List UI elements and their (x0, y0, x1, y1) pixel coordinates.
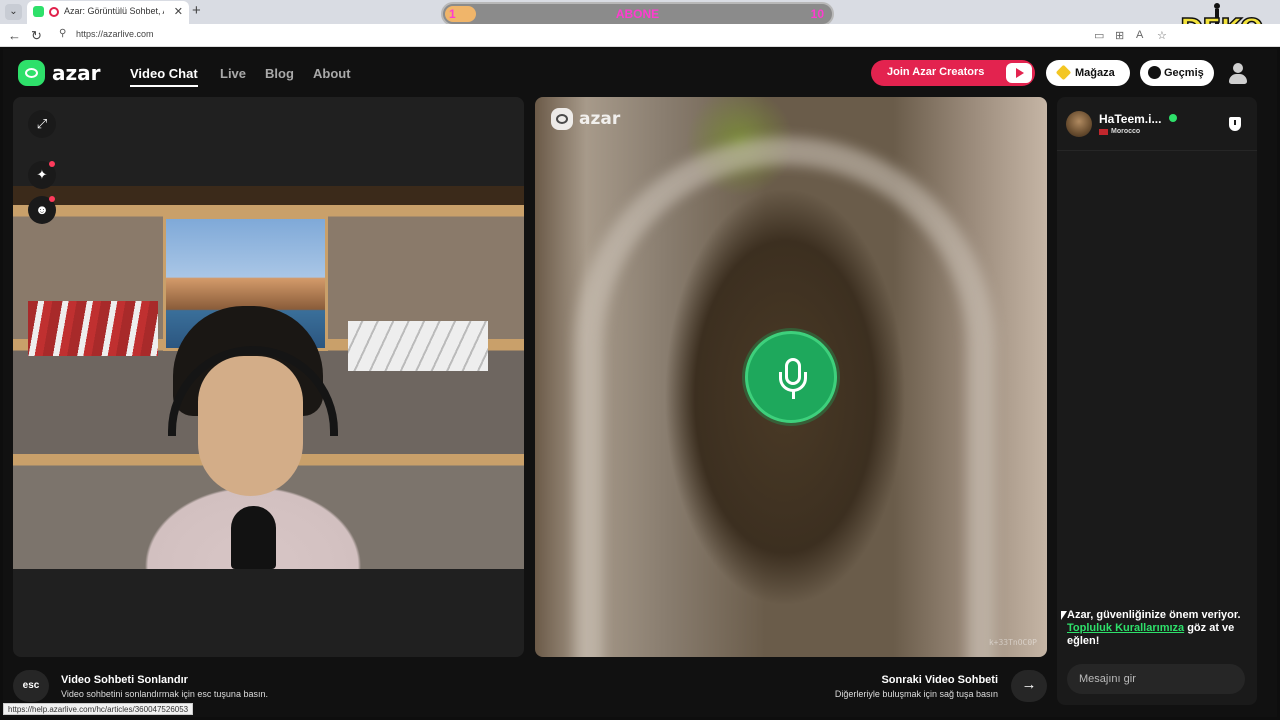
microphone-icon[interactable] (745, 331, 837, 423)
my-camera-feed (13, 186, 524, 569)
community-guidelines-link[interactable]: Topluluk Kurallarımıza (1067, 622, 1184, 634)
history-label: Geçmiş (1164, 67, 1204, 79)
reload-icon[interactable]: ↻ (31, 28, 42, 44)
new-tab-icon[interactable]: + (192, 2, 201, 19)
partner-video-panel: azar k+33TnOC0P (535, 97, 1047, 657)
shop-label: Mağaza (1075, 67, 1115, 79)
browser-address-bar: ← ↻ ⚲ https://azarlive.com ▭ ⊞ A ☆ (0, 24, 1280, 47)
end-chat-title: Video Sohbeti Sonlandır (61, 674, 188, 686)
message-input[interactable] (1067, 664, 1245, 694)
nav-active-underline (130, 85, 198, 87)
report-shield-icon[interactable] (1229, 117, 1241, 131)
nav-video-chat[interactable]: Video Chat (130, 66, 198, 81)
url-field[interactable]: ⚲ https://azarlive.com (54, 27, 1174, 44)
peer-name[interactable]: HaTeem.i... (1099, 112, 1161, 126)
favorite-star-icon[interactable]: ☆ (1157, 29, 1167, 42)
expand-icon[interactable]: ⤢ (28, 110, 56, 138)
next-arrow-button[interactable]: → (1011, 670, 1047, 702)
join-creators-label: Join Azar Creators (887, 66, 985, 78)
esc-key-button[interactable]: esc (13, 670, 49, 702)
next-chat-hint: Diğerleriyle buluşmak için sağ tuşa bası… (834, 689, 998, 699)
url-text: https://azarlive.com (76, 29, 154, 39)
nav-about[interactable]: About (313, 66, 351, 81)
subscribe-label: ABONE (615, 7, 660, 21)
next-chat-title: Sonraki Video Sohbeti (881, 674, 998, 686)
sparkle-effects-icon[interactable]: ✦ (28, 161, 56, 189)
site-info-icon[interactable]: ⚲ (59, 28, 66, 39)
azar-favicon-icon (33, 6, 44, 17)
back-arrow-icon[interactable]: ← (8, 28, 21, 43)
apps-icon[interactable]: ⊞ (1115, 29, 1124, 42)
azar-app: azar Video Chat Live Blog About Join Aza… (3, 49, 1277, 717)
tab-close-icon[interactable]: ✕ (174, 5, 183, 18)
profile-avatar-icon[interactable] (1226, 61, 1250, 85)
morocco-flag-icon (1099, 129, 1108, 135)
chat-header: HaTeem.i... Morocco (1057, 97, 1257, 151)
chat-panel: HaTeem.i... Morocco Azar, güvenliğinize … (1057, 97, 1257, 705)
sticker-icon[interactable]: ☻ (28, 196, 56, 224)
subscribe-goal-bar: 1 ABONE 10 (441, 2, 834, 26)
history-button[interactable]: Geçmiş (1140, 60, 1214, 86)
peer-country: Morocco (1111, 128, 1141, 135)
partner-user-code: k+33TnOC0P (988, 638, 1037, 647)
tab-list-chevron-icon[interactable]: ⌄ (5, 4, 22, 20)
tab-title: Azar: Görüntülü Sohbet, Ar... (64, 6, 164, 16)
browser-tab-azar[interactable]: Azar: Görüntülü Sohbet, Ar... ✕ (27, 1, 189, 24)
shop-button[interactable]: Mağaza (1046, 60, 1130, 86)
mouse-cursor-icon (1061, 611, 1067, 620)
nav-live[interactable]: Live (220, 66, 246, 81)
end-chat-hint: Video sohbetini sonlandırmak için esc tu… (61, 689, 268, 699)
recording-icon (49, 7, 59, 17)
azar-logo[interactable]: azar (18, 60, 108, 86)
link-status-url: https://help.azarlive.com/hc/articles/36… (3, 703, 194, 715)
safety-text-1: Azar, güvenliğinize önem veriyor. (1067, 609, 1241, 621)
azar-watermark: azar (551, 108, 641, 132)
youtube-play-icon (1006, 63, 1032, 83)
peer-avatar[interactable] (1066, 111, 1092, 137)
azar-logo-icon (18, 60, 45, 86)
join-creators-button[interactable]: Join Azar Creators (871, 60, 1035, 86)
azar-logo-text: azar (52, 61, 101, 85)
subscribe-goal: 10 (810, 7, 824, 21)
safety-notice: Azar, güvenliğinize önem veriyor. Toplul… (1067, 609, 1253, 648)
nav-blog[interactable]: Blog (265, 66, 294, 81)
diamond-icon (1055, 64, 1072, 81)
read-aloud-icon[interactable]: A (1136, 29, 1143, 41)
clock-icon (1148, 66, 1161, 79)
camera-indicator-icon[interactable]: ▭ (1094, 29, 1104, 42)
my-video-panel: ⤢ ✦ ☻ (13, 97, 524, 657)
azar-watermark-text: azar (579, 109, 621, 129)
verified-badge-icon (1169, 114, 1177, 122)
